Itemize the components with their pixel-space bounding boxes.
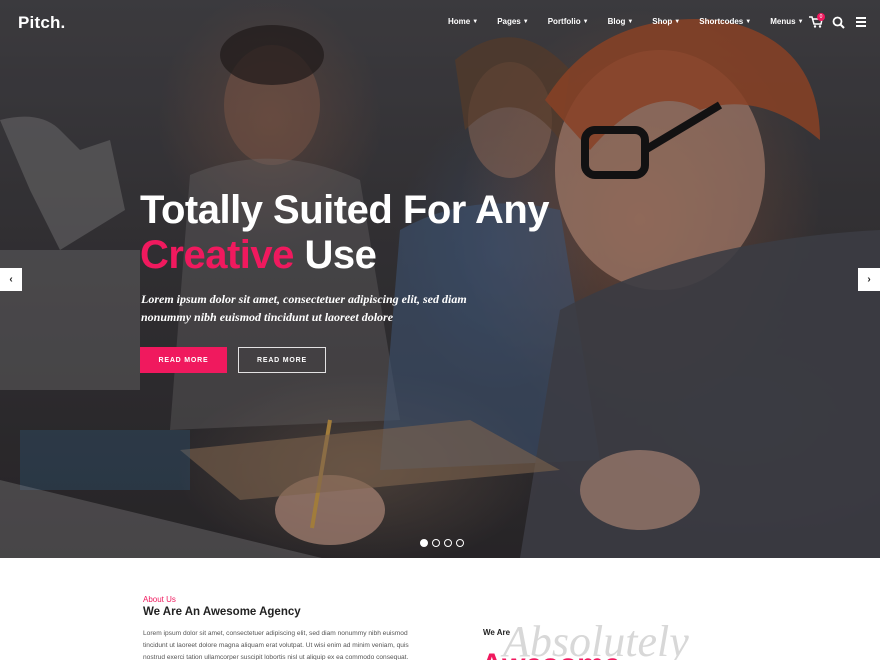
nav-item-label: Pages <box>497 17 521 26</box>
main-navigation: Home ▼ Pages ▼ Portfolio ▼ Blog ▼ Shop ▼ Shor… <box>448 17 823 26</box>
nav-item-label: Menus <box>770 17 796 26</box>
nav-item-portfolio[interactable]: Portfolio ▼ <box>548 17 589 26</box>
slider-dot-3[interactable] <box>444 539 452 547</box>
cart-count-badge: 0 <box>817 13 825 21</box>
nav-item-blog[interactable]: Blog ▼ <box>608 17 634 26</box>
chevron-right-icon: › <box>867 274 871 285</box>
chevron-down-icon: ▼ <box>797 18 804 25</box>
slider-pagination <box>420 539 464 547</box>
about-title: We Are An Awesome Agency <box>143 606 301 618</box>
menu-grid-icon[interactable] <box>856 17 866 27</box>
hero-slider: Pitch. Home ▼ Pages ▼ Portfolio ▼ Blog ▼ Sho… <box>0 0 880 558</box>
nav-item-menus[interactable]: Menus ▼ <box>770 17 803 26</box>
chevron-down-icon: ▼ <box>522 18 529 25</box>
hero-title-line1: Totally Suited For Any <box>140 188 550 232</box>
nav-item-pages[interactable]: Pages ▼ <box>497 17 529 26</box>
slider-dot-4[interactable] <box>456 539 464 547</box>
chevron-down-icon: ▼ <box>472 18 479 25</box>
hero-title-accent: Creative <box>140 233 294 277</box>
slider-next-button[interactable]: › <box>858 268 880 291</box>
hero-title-rest: Use <box>293 233 377 277</box>
hero-title: Totally Suited For Any Creative Use <box>140 188 550 278</box>
site-logo[interactable]: Pitch. <box>18 13 66 33</box>
nav-item-home[interactable]: Home ▼ <box>448 17 478 26</box>
nav-item-shop[interactable]: Shop ▼ <box>652 17 680 26</box>
hero-overlay <box>0 0 880 558</box>
nav-item-label: Shop <box>652 17 673 26</box>
slider-dot-2[interactable] <box>432 539 440 547</box>
chevron-down-icon: ▼ <box>674 18 681 25</box>
about-text: Lorem ipsum dolor sit amet, consectetuer… <box>143 630 409 660</box>
chevron-down-icon: ▼ <box>627 18 634 25</box>
about-pink-word: Awesome <box>481 648 621 660</box>
search-icon[interactable] <box>832 16 845 29</box>
read-more-button-secondary[interactable]: READ MORE <box>238 347 326 373</box>
hero-subtitle: Lorem ipsum dolor sit amet, consectetuer… <box>141 292 467 324</box>
chevron-down-icon: ▼ <box>745 18 752 25</box>
read-more-button-primary[interactable]: READ MORE <box>140 347 227 373</box>
nav-item-shortcodes[interactable]: Shortcodes ▼ <box>699 17 751 26</box>
about-kicker: About Us <box>143 595 176 604</box>
chevron-down-icon: ▼ <box>582 18 589 25</box>
slider-prev-button[interactable]: ‹ <box>0 268 22 291</box>
nav-item-label: Blog <box>607 17 626 26</box>
nav-item-label: Shortcodes <box>699 17 744 26</box>
nav-item-label: Portfolio <box>547 17 581 26</box>
chevron-left-icon: ‹ <box>9 274 13 285</box>
about-we-are: We Are <box>483 628 511 637</box>
slider-dot-1[interactable] <box>420 539 428 547</box>
nav-item-label: Home <box>448 17 471 26</box>
